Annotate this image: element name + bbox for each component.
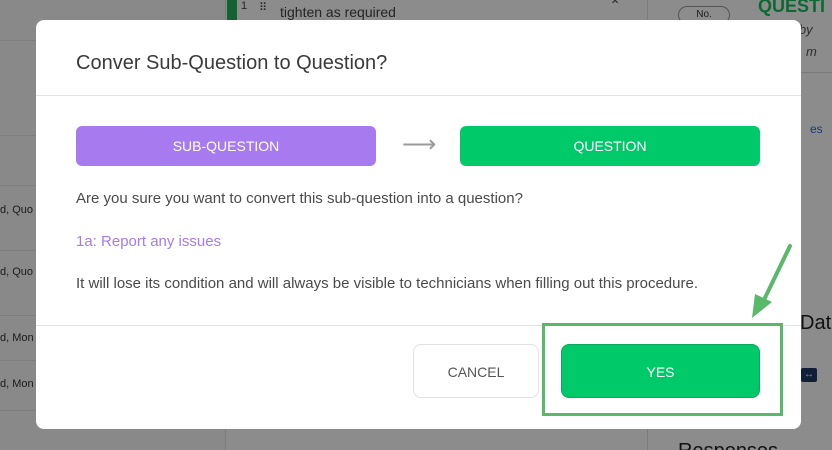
warning-text: It will lose its condition and will alwa… [76,275,698,292]
sub-question-name: 1a: Report any issues [76,233,222,250]
confirm-question: Are you sure you want to convert this su… [76,190,523,207]
right-arrow-icon: ⟶ [402,131,437,158]
highlight-box [542,323,783,416]
sub-question-pill: SUB-QUESTION [76,126,376,166]
divider [36,95,801,96]
dialog-title: Conver Sub-Question to Question? [76,52,388,74]
cancel-button[interactable]: CANCEL [413,344,539,398]
question-pill: QUESTION [460,126,760,166]
